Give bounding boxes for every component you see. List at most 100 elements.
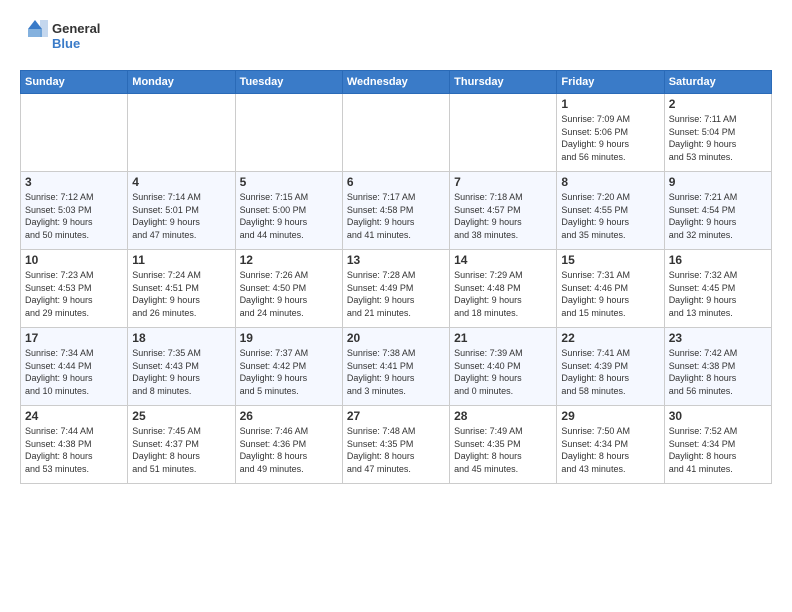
day-info: Sunrise: 7:17 AM Sunset: 4:58 PM Dayligh…: [347, 191, 445, 241]
calendar-cell: 16 Sunrise: 7:32 AM Sunset: 4:45 PM Dayli…: [664, 250, 771, 328]
day-number: 23: [669, 331, 767, 345]
day-info: Sunrise: 7:42 AM Sunset: 4:38 PM Dayligh…: [669, 347, 767, 397]
day-number: 4: [132, 175, 230, 189]
calendar-cell: [450, 94, 557, 172]
day-info: Sunrise: 7:35 AM Sunset: 4:43 PM Dayligh…: [132, 347, 230, 397]
day-number: 18: [132, 331, 230, 345]
week-row-4: 17 Sunrise: 7:34 AM Sunset: 4:44 PM Dayli…: [21, 328, 772, 406]
day-info: Sunrise: 7:41 AM Sunset: 4:39 PM Dayligh…: [561, 347, 659, 397]
calendar-cell: 11 Sunrise: 7:24 AM Sunset: 4:51 PM Dayli…: [128, 250, 235, 328]
calendar-cell: 27Sunrise: 7:48 AM Sunset: 4:35 PM Dayli…: [342, 406, 449, 484]
day-number: 19: [240, 331, 338, 345]
weekday-header-sunday: Sunday: [21, 71, 128, 94]
weekday-header-row: SundayMondayTuesdayWednesdayThursdayFrid…: [21, 71, 772, 94]
day-number: 25: [132, 409, 230, 423]
day-info: Sunrise: 7:11 AM Sunset: 5:04 PM Dayligh…: [669, 113, 767, 163]
day-number: 24: [25, 409, 123, 423]
calendar-cell: 24Sunrise: 7:44 AM Sunset: 4:38 PM Dayli…: [21, 406, 128, 484]
day-number: 16: [669, 253, 767, 267]
calendar-cell: 12 Sunrise: 7:26 AM Sunset: 4:50 PM Dayli…: [235, 250, 342, 328]
day-info: Sunrise: 7:29 AM Sunset: 4:48 PM Dayligh…: [454, 269, 552, 319]
day-info: Sunrise: 7:32 AM Sunset: 4:45 PM Dayligh…: [669, 269, 767, 319]
calendar-cell: [342, 94, 449, 172]
calendar-cell: 1 Sunrise: 7:09 AM Sunset: 5:06 PM Daylig…: [557, 94, 664, 172]
day-number: 11: [132, 253, 230, 267]
week-row-3: 10 Sunrise: 7:23 AM Sunset: 4:53 PM Dayli…: [21, 250, 772, 328]
calendar-cell: 13Sunrise: 7:28 AM Sunset: 4:49 PM Dayli…: [342, 250, 449, 328]
weekday-header-friday: Friday: [557, 71, 664, 94]
weekday-header-thursday: Thursday: [450, 71, 557, 94]
calendar-cell: 8Sunrise: 7:20 AM Sunset: 4:55 PM Daylig…: [557, 172, 664, 250]
calendar-cell: 29 Sunrise: 7:50 AM Sunset: 4:34 PM Dayli…: [557, 406, 664, 484]
calendar-cell: 10 Sunrise: 7:23 AM Sunset: 4:53 PM Dayli…: [21, 250, 128, 328]
week-row-2: 3 Sunrise: 7:12 AM Sunset: 5:03 PM Daylig…: [21, 172, 772, 250]
day-number: 26: [240, 409, 338, 423]
calendar-cell: 14 Sunrise: 7:29 AM Sunset: 4:48 PM Dayli…: [450, 250, 557, 328]
week-row-1: 1 Sunrise: 7:09 AM Sunset: 5:06 PM Daylig…: [21, 94, 772, 172]
calendar-cell: 22 Sunrise: 7:41 AM Sunset: 4:39 PM Dayli…: [557, 328, 664, 406]
day-number: 20: [347, 331, 445, 345]
weekday-header-wednesday: Wednesday: [342, 71, 449, 94]
calendar-cell: 26 Sunrise: 7:46 AM Sunset: 4:36 PM Dayli…: [235, 406, 342, 484]
day-number: 12: [240, 253, 338, 267]
calendar-table: SundayMondayTuesdayWednesdayThursdayFrid…: [20, 70, 772, 484]
calendar-cell: 28 Sunrise: 7:49 AM Sunset: 4:35 PM Dayli…: [450, 406, 557, 484]
day-info: Sunrise: 7:50 AM Sunset: 4:34 PM Dayligh…: [561, 425, 659, 475]
day-info: Sunrise: 7:45 AM Sunset: 4:37 PM Dayligh…: [132, 425, 230, 475]
day-info: Sunrise: 7:34 AM Sunset: 4:44 PM Dayligh…: [25, 347, 123, 397]
day-info: Sunrise: 7:09 AM Sunset: 5:06 PM Dayligh…: [561, 113, 659, 163]
day-info: Sunrise: 7:46 AM Sunset: 4:36 PM Dayligh…: [240, 425, 338, 475]
calendar-cell: 4 Sunrise: 7:14 AM Sunset: 5:01 PM Daylig…: [128, 172, 235, 250]
day-number: 17: [25, 331, 123, 345]
day-number: 9: [669, 175, 767, 189]
svg-text:Blue: Blue: [52, 36, 80, 51]
day-number: 10: [25, 253, 123, 267]
day-info: Sunrise: 7:15 AM Sunset: 5:00 PM Dayligh…: [240, 191, 338, 241]
logo: General Blue: [20, 15, 110, 60]
day-number: 7: [454, 175, 552, 189]
calendar-cell: [128, 94, 235, 172]
calendar-cell: 25 Sunrise: 7:45 AM Sunset: 4:37 PM Dayli…: [128, 406, 235, 484]
day-info: Sunrise: 7:48 AM Sunset: 4:35 PM Dayligh…: [347, 425, 445, 475]
day-number: 22: [561, 331, 659, 345]
day-info: Sunrise: 7:14 AM Sunset: 5:01 PM Dayligh…: [132, 191, 230, 241]
day-info: Sunrise: 7:49 AM Sunset: 4:35 PM Dayligh…: [454, 425, 552, 475]
day-info: Sunrise: 7:24 AM Sunset: 4:51 PM Dayligh…: [132, 269, 230, 319]
calendar-cell: 21Sunrise: 7:39 AM Sunset: 4:40 PM Dayli…: [450, 328, 557, 406]
day-info: Sunrise: 7:12 AM Sunset: 5:03 PM Dayligh…: [25, 191, 123, 241]
calendar-cell: 6 Sunrise: 7:17 AM Sunset: 4:58 PM Daylig…: [342, 172, 449, 250]
day-number: 1: [561, 97, 659, 111]
day-info: Sunrise: 7:23 AM Sunset: 4:53 PM Dayligh…: [25, 269, 123, 319]
day-number: 3: [25, 175, 123, 189]
day-number: 5: [240, 175, 338, 189]
calendar-cell: 2 Sunrise: 7:11 AM Sunset: 5:04 PM Daylig…: [664, 94, 771, 172]
day-info: Sunrise: 7:31 AM Sunset: 4:46 PM Dayligh…: [561, 269, 659, 319]
day-info: Sunrise: 7:52 AM Sunset: 4:34 PM Dayligh…: [669, 425, 767, 475]
calendar-cell: 5 Sunrise: 7:15 AM Sunset: 5:00 PM Daylig…: [235, 172, 342, 250]
calendar-cell: 3 Sunrise: 7:12 AM Sunset: 5:03 PM Daylig…: [21, 172, 128, 250]
day-number: 29: [561, 409, 659, 423]
day-number: 6: [347, 175, 445, 189]
day-number: 30: [669, 409, 767, 423]
day-info: Sunrise: 7:21 AM Sunset: 4:54 PM Dayligh…: [669, 191, 767, 241]
day-info: Sunrise: 7:38 AM Sunset: 4:41 PM Dayligh…: [347, 347, 445, 397]
day-number: 2: [669, 97, 767, 111]
calendar-cell: 23 Sunrise: 7:42 AM Sunset: 4:38 PM Dayli…: [664, 328, 771, 406]
calendar-cell: 15Sunrise: 7:31 AM Sunset: 4:46 PM Dayli…: [557, 250, 664, 328]
day-number: 28: [454, 409, 552, 423]
weekday-header-tuesday: Tuesday: [235, 71, 342, 94]
calendar-cell: 7Sunrise: 7:18 AM Sunset: 4:57 PM Daylig…: [450, 172, 557, 250]
header: General Blue: [20, 15, 772, 60]
day-number: 21: [454, 331, 552, 345]
day-info: Sunrise: 7:37 AM Sunset: 4:42 PM Dayligh…: [240, 347, 338, 397]
day-info: Sunrise: 7:26 AM Sunset: 4:50 PM Dayligh…: [240, 269, 338, 319]
svg-text:General: General: [52, 21, 100, 36]
calendar-cell: 30 Sunrise: 7:52 AM Sunset: 4:34 PM Dayli…: [664, 406, 771, 484]
calendar-cell: 19 Sunrise: 7:37 AM Sunset: 4:42 PM Dayli…: [235, 328, 342, 406]
day-number: 14: [454, 253, 552, 267]
weekday-header-saturday: Saturday: [664, 71, 771, 94]
calendar-cell: 20 Sunrise: 7:38 AM Sunset: 4:41 PM Dayli…: [342, 328, 449, 406]
calendar-cell: [235, 94, 342, 172]
week-row-5: 24Sunrise: 7:44 AM Sunset: 4:38 PM Dayli…: [21, 406, 772, 484]
day-number: 13: [347, 253, 445, 267]
